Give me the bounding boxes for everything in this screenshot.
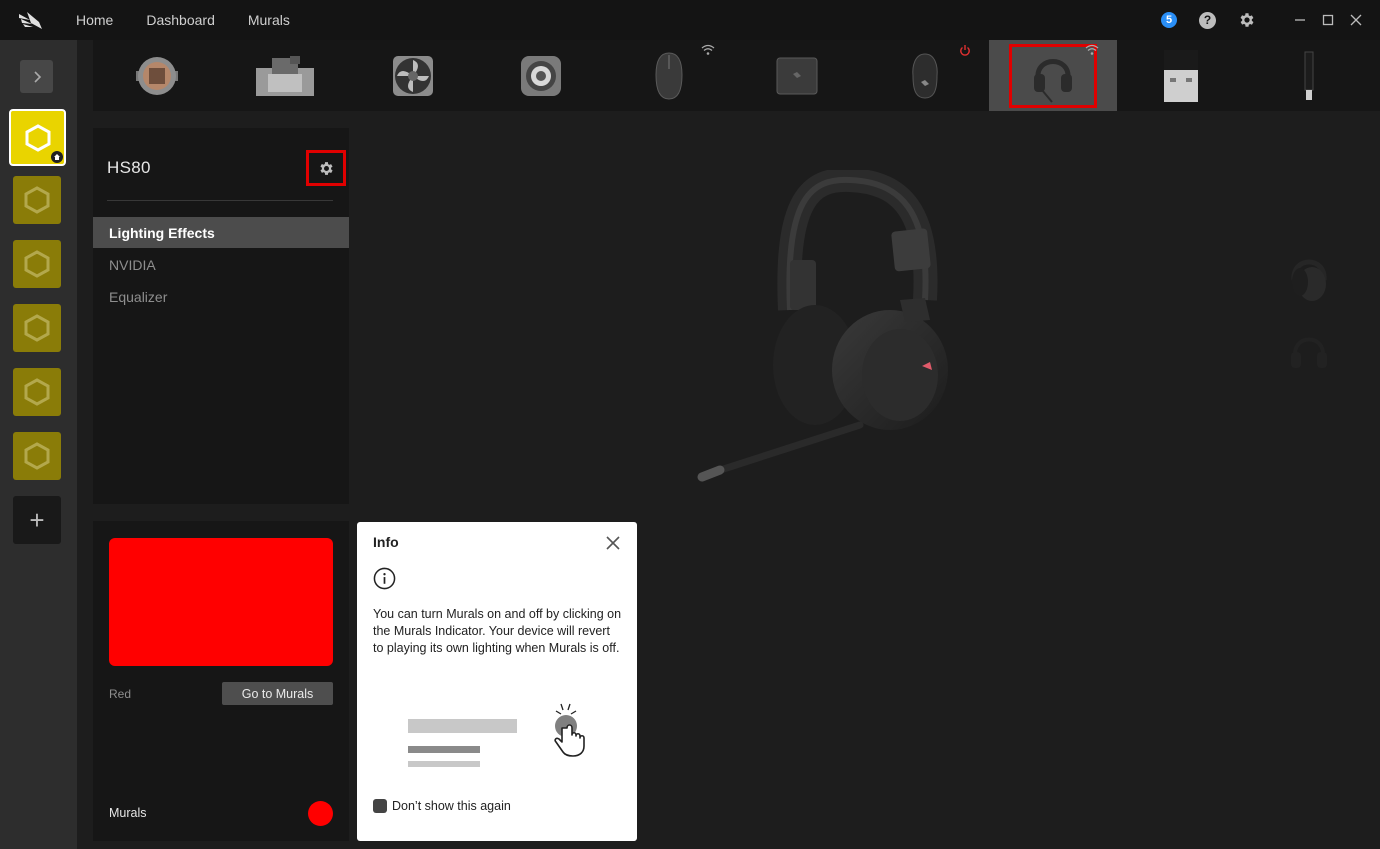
expand-sidebar-button[interactable] — [20, 60, 53, 93]
profile-hexagon-icon — [24, 250, 50, 278]
menu-item-nvidia[interactable]: NVIDIA — [93, 249, 349, 280]
divider — [107, 200, 333, 201]
fan-icon — [393, 55, 433, 96]
device-cpu-cooler[interactable] — [93, 40, 221, 111]
dont-show-again-row[interactable]: Don’t show this again — [373, 799, 511, 813]
device-usb-dongle[interactable] — [1117, 40, 1245, 111]
device-gpu-block[interactable] — [221, 40, 349, 111]
go-to-murals-button[interactable]: Go to Murals — [222, 682, 333, 705]
pump-icon — [521, 55, 561, 96]
profile-item-active[interactable] — [9, 109, 66, 166]
nav-murals[interactable]: Murals — [248, 12, 290, 28]
menu-item-equalizer[interactable]: Equalizer — [93, 281, 349, 312]
mouse-icon — [655, 51, 683, 100]
maximize-button[interactable] — [1314, 0, 1342, 40]
murals-indicator-illustration — [408, 703, 585, 767]
cpu-cooler-icon — [136, 56, 178, 95]
top-bar: Home Dashboard Murals 5 ? — [0, 0, 1380, 40]
profile-hexagon-icon — [24, 442, 50, 470]
device-usb-stick[interactable] — [1245, 40, 1373, 111]
controller-icon — [776, 57, 818, 94]
profile-item[interactable] — [13, 240, 61, 288]
profile-item[interactable] — [13, 304, 61, 352]
gpu-block-icon — [256, 55, 314, 96]
notification-badge: 5 — [1161, 12, 1177, 28]
minimize-button[interactable] — [1286, 0, 1314, 40]
device-panel: HS80 Lighting Effects NVIDIA Equalizer — [93, 128, 349, 504]
headset-render-image — [697, 170, 948, 482]
device-settings-button[interactable] — [306, 150, 346, 186]
nav-home[interactable]: Home — [76, 12, 113, 28]
device-title: HS80 — [107, 158, 151, 177]
device-strip — [93, 40, 1380, 111]
profile-hexagon-icon — [24, 314, 50, 342]
profile-item[interactable] — [13, 176, 61, 224]
usb-dongle-icon — [1164, 49, 1198, 102]
profile-hexagon-icon — [25, 123, 50, 152]
close-button[interactable] — [1342, 0, 1370, 40]
info-popup: Info You can turn Murals on and off by c… — [357, 522, 637, 841]
device-wireless-mouse[interactable] — [605, 40, 733, 111]
menu-item-lighting-effects[interactable]: Lighting Effects — [93, 217, 349, 248]
minimize-icon — [1295, 19, 1305, 21]
nav-dashboard[interactable]: Dashboard — [146, 12, 215, 28]
murals-label: Murals — [109, 806, 147, 820]
power-off-icon — [960, 45, 970, 56]
device-pump[interactable] — [477, 40, 605, 111]
dont-show-checkbox[interactable] — [373, 799, 387, 813]
device-gaming-mouse[interactable] — [861, 40, 989, 111]
wifi-icon — [701, 44, 715, 55]
info-text: You can turn Murals on and off by clicki… — [373, 607, 622, 655]
close-icon — [606, 536, 620, 550]
device-fan[interactable] — [349, 40, 477, 111]
info-close-button[interactable] — [602, 532, 624, 554]
help-button[interactable]: ? — [1199, 11, 1216, 29]
device-headset[interactable] — [989, 40, 1117, 111]
headset-view-thumbnail-1[interactable] — [1286, 252, 1332, 304]
mouse-icon — [912, 52, 938, 99]
notifications-button[interactable]: 5 — [1161, 12, 1177, 28]
color-name: Red — [109, 687, 132, 701]
selected-device-highlight — [1009, 44, 1097, 108]
color-swatch[interactable] — [109, 538, 333, 666]
info-icon — [373, 567, 396, 590]
chevron-right-icon — [33, 70, 41, 83]
wifi-icon — [1085, 44, 1099, 55]
headset-view-thumbnail-2[interactable] — [1288, 330, 1330, 378]
dont-show-label: Don’t show this again — [392, 799, 511, 813]
profile-hexagon-icon — [24, 186, 50, 214]
app-window: Home Dashboard Murals 5 ? + HS80 Lightin… — [0, 0, 1380, 849]
device-controller[interactable] — [733, 40, 861, 111]
murals-indicator[interactable] — [308, 801, 333, 826]
settings-button[interactable] — [1238, 11, 1256, 29]
profiles-sidebar: + — [0, 40, 77, 849]
close-icon — [1350, 14, 1362, 26]
profile-item[interactable] — [13, 368, 61, 416]
help-icon: ? — [1199, 11, 1216, 29]
gear-icon — [319, 161, 333, 175]
info-title: Info — [373, 534, 399, 550]
maximize-icon — [1322, 14, 1334, 26]
usb-stick-icon — [1304, 51, 1314, 100]
top-right-controls: 5 ? — [1161, 0, 1380, 40]
add-profile-button[interactable]: + — [13, 496, 61, 544]
murals-panel: Red Go to Murals Murals — [93, 521, 349, 841]
profile-hexagon-icon — [24, 378, 50, 406]
corsair-logo-icon — [0, 0, 60, 40]
profile-item[interactable] — [13, 432, 61, 480]
home-icon — [51, 151, 63, 163]
gear-icon — [1240, 13, 1254, 27]
